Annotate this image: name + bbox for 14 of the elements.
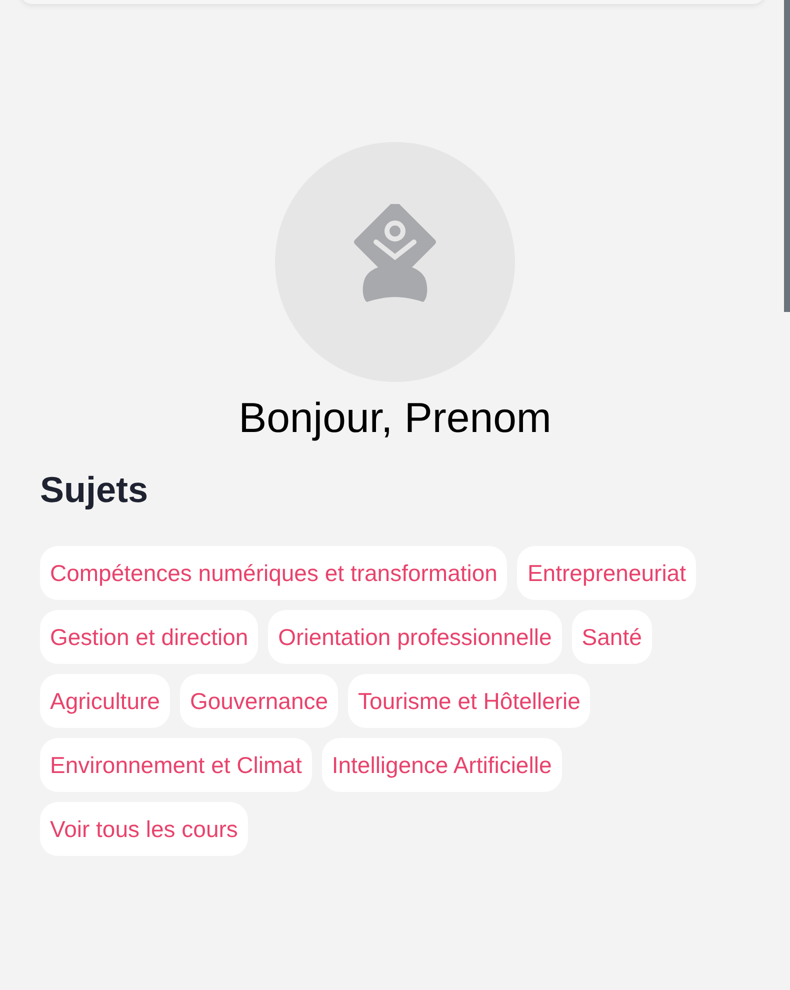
subject-tag[interactable]: Intelligence Artificielle	[322, 738, 562, 792]
subject-tag[interactable]: Santé	[572, 610, 652, 664]
subject-tag[interactable]: Gestion et direction	[40, 610, 258, 664]
subject-tag[interactable]: Compétences numériques et transformation	[40, 546, 508, 600]
subject-tag[interactable]: Entrepreneuriat	[517, 546, 696, 600]
subject-tag[interactable]: Environnement et Climat	[40, 738, 312, 792]
section-heading: Sujets	[40, 468, 150, 512]
scrollbar[interactable]	[784, 0, 790, 312]
greeting-heading: Bonjour, Prenom	[238, 393, 552, 443]
subject-tag[interactable]: Gouvernance	[180, 674, 338, 728]
subject-tag[interactable]: Orientation professionnelle	[268, 610, 562, 664]
subject-tag[interactable]: Agriculture	[40, 674, 170, 728]
subject-tag[interactable]: Voir tous les cours	[40, 802, 248, 856]
subject-tag[interactable]: Tourisme et Hôtellerie	[348, 674, 590, 728]
